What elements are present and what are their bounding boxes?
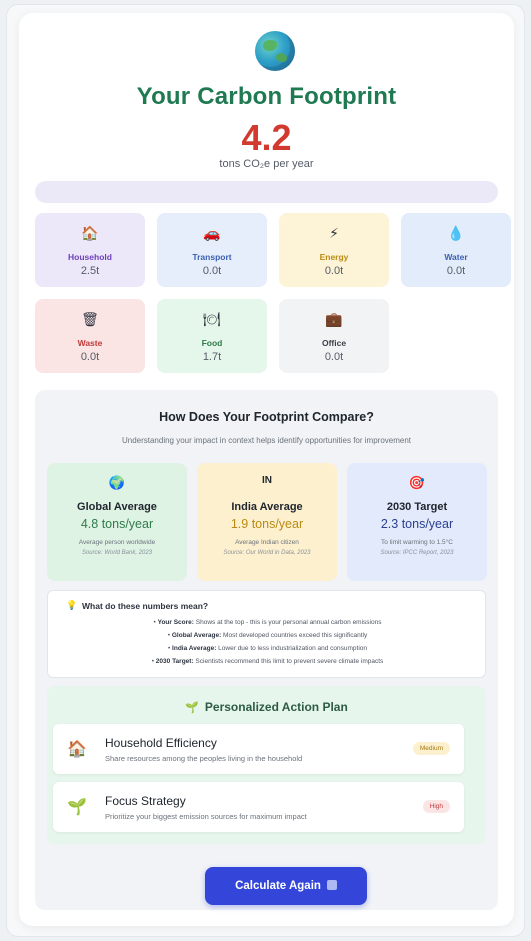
action-description: Share resources among the peoples living… bbox=[105, 754, 303, 763]
category-value: 1.7t bbox=[202, 351, 222, 363]
benchmark-value: 4.8 tons/year bbox=[80, 517, 154, 531]
priority-badge: High bbox=[422, 800, 450, 813]
category-waste[interactable]: 🗑 Waste 0.0t bbox=[35, 299, 145, 373]
action-title: Focus Strategy bbox=[105, 794, 186, 808]
info-box: 💡 What do these numbers mean? • Your Sco… bbox=[47, 590, 486, 678]
category-name: Food bbox=[201, 338, 223, 348]
comparison-title: How Does Your Footprint Compare? bbox=[159, 410, 374, 424]
info-item: • India Average: Lower due to less indus… bbox=[167, 645, 368, 652]
info-item-text: Scientists recommend this limit to preve… bbox=[193, 658, 384, 665]
category-value: 0.0t bbox=[324, 351, 344, 363]
lightbulb-icon: 💡 bbox=[66, 600, 78, 610]
comparison-subtitle: Understanding your impact in context hel… bbox=[121, 436, 412, 445]
benchmark-card: 🎯 2030 Target 2.3 tons/year To limit warmin… bbox=[347, 463, 487, 581]
benchmark-card: IN India Average 1.9 tons/year Average Indi… bbox=[197, 463, 337, 581]
house-icon: 🏠 bbox=[81, 225, 99, 241]
benchmark-description: Average person worldwide bbox=[78, 539, 156, 546]
category-office[interactable]: 💼 Office 0.0t bbox=[279, 299, 389, 373]
info-item: • Global Average: Most developed countri… bbox=[167, 632, 368, 639]
comparison-section: How Does Your Footprint Compare? Underst… bbox=[35, 390, 498, 910]
benchmark-description: To limit warming to 1.5°C bbox=[381, 539, 453, 546]
benchmark-source: Source: World Bank, 2023 bbox=[81, 550, 153, 556]
benchmark-description: Average Indian citizen bbox=[235, 539, 299, 546]
category-name: Water bbox=[444, 252, 468, 262]
action-item[interactable]: 🏠 Household Efficiency Share resources amo… bbox=[53, 724, 464, 774]
info-item-text: Most developed countries exceed this sig… bbox=[221, 632, 368, 639]
category-name: Office bbox=[321, 338, 347, 348]
trash-icon: 🗑 bbox=[81, 311, 99, 327]
info-item-label: Your Score: bbox=[157, 619, 194, 626]
category-water[interactable]: 💧 Water 0.0t bbox=[401, 213, 511, 287]
benchmark-value: 1.9 tons/year bbox=[230, 517, 304, 531]
globe-icon: 🌍 bbox=[108, 475, 126, 490]
category-value: 0.0t bbox=[80, 351, 100, 363]
globe-icon bbox=[255, 31, 295, 71]
category-transport[interactable]: 🚗 Transport 0.0t bbox=[157, 213, 267, 287]
benchmark-name: 2030 Target bbox=[386, 501, 448, 513]
info-item-label: 2030 Target: bbox=[155, 658, 194, 665]
india-flag-icon: IN bbox=[262, 475, 272, 486]
sprout-icon: 🌱 bbox=[185, 702, 199, 714]
category-name: Waste bbox=[77, 338, 103, 348]
calculator-icon bbox=[326, 880, 337, 890]
benchmark-name: Global Average bbox=[77, 501, 157, 513]
category-name: Household bbox=[68, 252, 112, 262]
benchmark-card: 🌍 Global Average 4.8 tons/year Average pers… bbox=[47, 463, 187, 581]
briefcase-icon: 💼 bbox=[325, 311, 343, 327]
info-item-text: Shows at the top - this is your personal… bbox=[193, 619, 382, 626]
action-description: Prioritize your biggest emission sources… bbox=[105, 812, 307, 821]
category-value: 0.0t bbox=[324, 265, 344, 277]
footprint-score: 4.2 bbox=[241, 117, 292, 158]
benchmark-value: 2.3 tons/year bbox=[380, 517, 454, 531]
action-item[interactable]: 🌱 Focus Strategy Prioritize your biggest e… bbox=[53, 782, 464, 832]
house-icon: 🏠 bbox=[67, 741, 87, 758]
info-item-label: Global Average: bbox=[171, 632, 222, 639]
car-icon: 🚗 bbox=[203, 225, 221, 241]
info-item: • 2030 Target: Scientists recommend this… bbox=[151, 658, 384, 665]
info-item-label: India Average: bbox=[172, 645, 217, 652]
benchmark-source: Source: Our World in Data, 2023 bbox=[223, 550, 311, 556]
droplet-icon: 💧 bbox=[447, 225, 465, 241]
action-plan: 🌱 Personalized Action Plan 🏠 Household Eff… bbox=[47, 686, 486, 844]
info-item-text: Lower due to less industrialization and … bbox=[216, 645, 368, 652]
info-title: What do these numbers mean? bbox=[82, 601, 209, 611]
category-value: 2.5t bbox=[80, 265, 100, 277]
category-food[interactable]: 🍽 Food 1.7t bbox=[157, 299, 267, 373]
sprout-icon: 🌱 bbox=[67, 799, 87, 816]
action-title: Household Efficiency bbox=[105, 736, 217, 750]
benchmark-name: India Average bbox=[231, 501, 303, 513]
benchmark-source: Source: IPCC Report, 2023 bbox=[380, 550, 454, 556]
plate-icon: 🍽 bbox=[203, 311, 221, 327]
app-frame: Your Carbon Footprint 4.2 tons CO₂e per … bbox=[6, 4, 525, 937]
category-value: 0.0t bbox=[202, 265, 222, 277]
category-name: Transport bbox=[192, 252, 232, 262]
target-icon: 🎯 bbox=[408, 475, 426, 490]
score-unit: tons CO₂e per year bbox=[219, 158, 314, 170]
action-plan-title: 🌱 Personalized Action Plan bbox=[185, 700, 348, 714]
category-household[interactable]: 🏠 Household 2.5t bbox=[35, 213, 145, 287]
category-value: 0.0t bbox=[446, 265, 466, 277]
category-name: Energy bbox=[319, 252, 349, 262]
category-energy[interactable]: ⚡ Energy 0.0t bbox=[279, 213, 389, 287]
calculate-again-button[interactable]: Calculate Again bbox=[205, 867, 367, 905]
lightning-icon: ⚡ bbox=[329, 225, 339, 241]
results-card: Your Carbon Footprint 4.2 tons CO₂e per … bbox=[19, 13, 514, 926]
info-item: • Your Score: Shows at the top - this is… bbox=[153, 619, 382, 626]
priority-badge: Medium bbox=[412, 742, 450, 755]
page-title: Your Carbon Footprint bbox=[136, 83, 397, 110]
footprint-bar bbox=[35, 181, 498, 203]
